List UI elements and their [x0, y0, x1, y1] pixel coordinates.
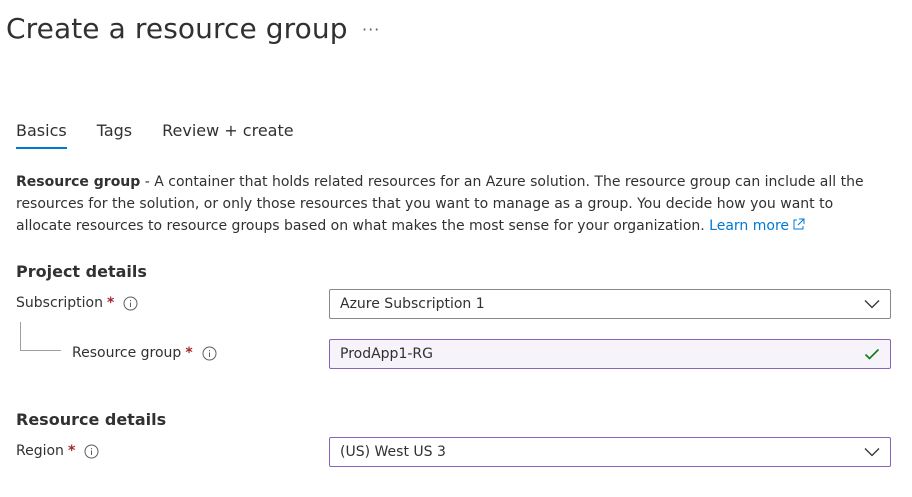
chevron-down-icon	[864, 447, 880, 457]
region-dropdown[interactable]: (US) West US 3	[329, 437, 891, 467]
tab-tags[interactable]: Tags	[97, 121, 132, 149]
tree-connector	[20, 322, 61, 351]
resource-group-value: ProdApp1-RG	[340, 346, 433, 362]
required-marker: *	[67, 443, 76, 459]
subscription-label-text: Subscription	[16, 295, 103, 311]
chevron-down-icon	[864, 299, 880, 309]
required-marker: *	[107, 295, 115, 311]
external-link-icon	[792, 216, 805, 238]
region-value: (US) West US 3	[340, 444, 446, 460]
info-icon[interactable]	[202, 346, 217, 361]
subscription-value: Azure Subscription 1	[340, 296, 485, 312]
page-title: Create a resource group	[6, 12, 348, 45]
checkmark-icon	[864, 348, 880, 360]
resource-group-description: Resource group - A container that holds …	[16, 171, 886, 238]
tab-bar: Basics Tags Review + create	[16, 121, 324, 149]
resource-group-label-text: Resource group	[72, 345, 182, 361]
tab-review-create[interactable]: Review + create	[162, 121, 293, 149]
description-term: Resource group	[16, 174, 141, 190]
learn-more-label: Learn more	[709, 218, 790, 234]
subscription-dropdown[interactable]: Azure Subscription 1	[329, 289, 891, 319]
info-icon[interactable]	[84, 444, 99, 459]
more-actions-button[interactable]: ···	[362, 20, 380, 39]
tab-basics[interactable]: Basics	[16, 121, 67, 149]
resource-details-heading: Resource details	[16, 410, 167, 429]
region-label: Region *	[16, 443, 99, 459]
project-details-heading: Project details	[16, 262, 147, 281]
learn-more-link[interactable]: Learn more	[709, 218, 805, 234]
resource-group-input[interactable]: ProdApp1-RG	[329, 339, 891, 369]
resource-group-label: Resource group *	[72, 345, 217, 361]
required-marker: *	[185, 345, 193, 361]
region-label-text: Region	[16, 443, 64, 459]
subscription-label: Subscription *	[16, 295, 138, 311]
breadcrumb[interactable]	[147, 0, 207, 2]
info-icon[interactable]	[123, 296, 138, 311]
